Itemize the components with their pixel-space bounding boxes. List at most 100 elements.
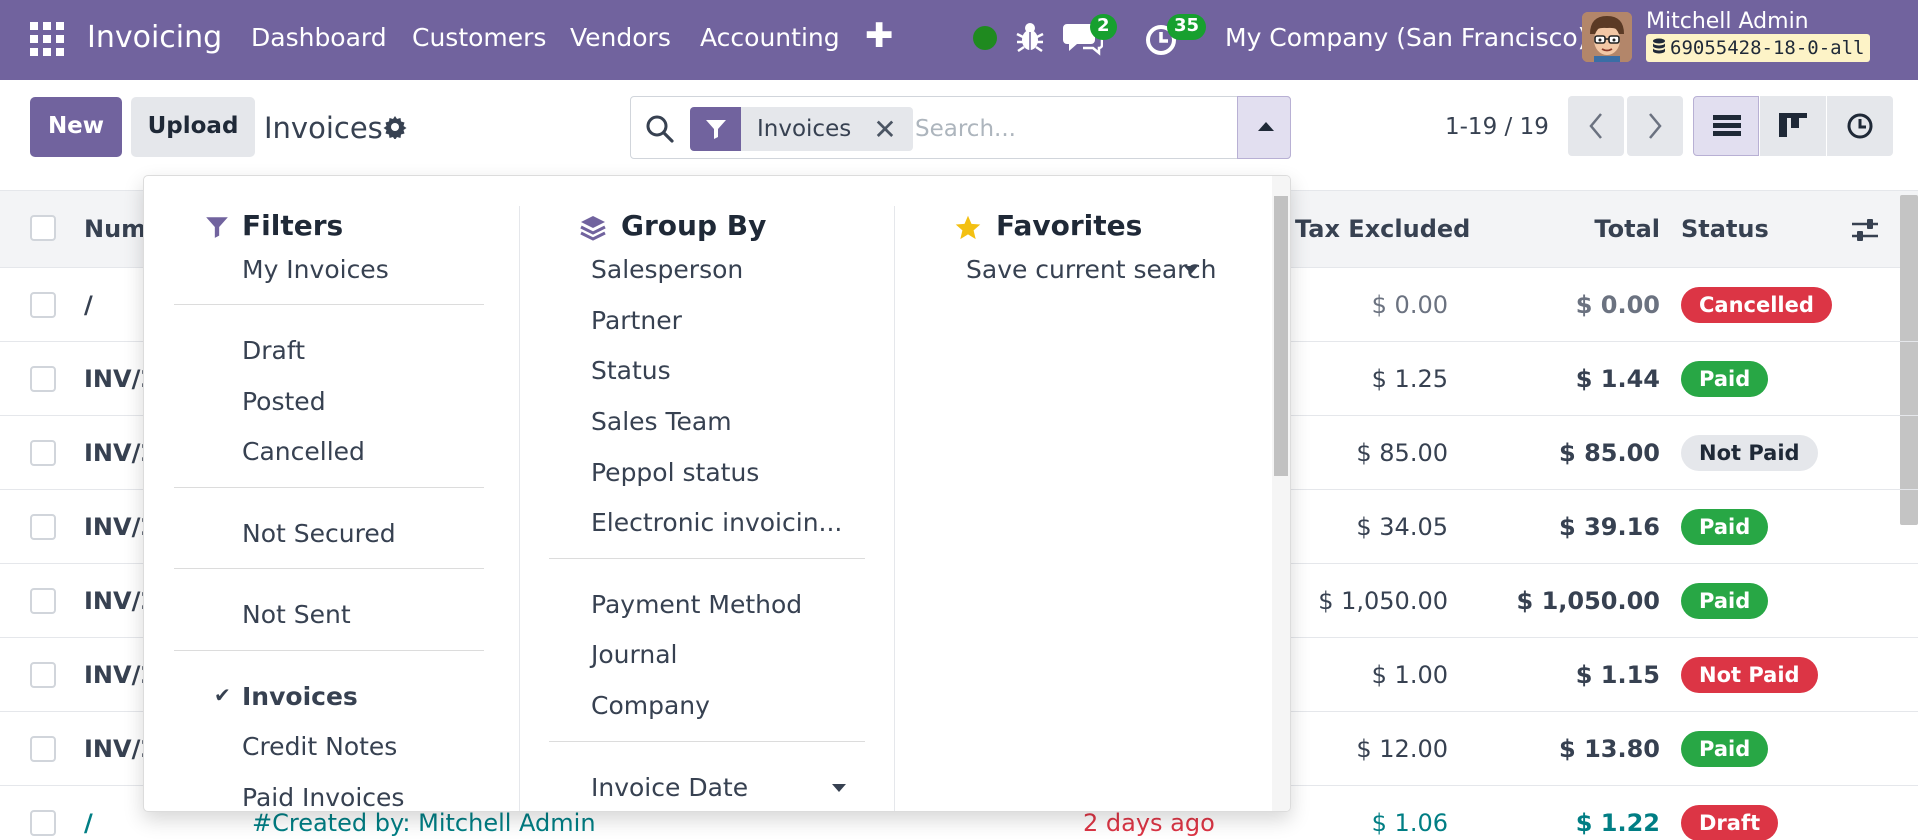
filter-cancelled[interactable]: Cancelled: [242, 434, 365, 470]
kanban-view-icon: [1779, 113, 1807, 137]
column-divider: [894, 206, 895, 811]
status-badge: Paid: [1681, 509, 1769, 545]
scrollbar-thumb[interactable]: [1274, 196, 1288, 476]
column-tax-excluded[interactable]: Tax Excluded: [1295, 209, 1470, 249]
group-invoice-date[interactable]: Invoice Date: [591, 770, 748, 806]
facet-label: Invoices: [757, 116, 852, 142]
column-number[interactable]: Num: [84, 209, 146, 249]
row-checkbox[interactable]: [30, 662, 56, 688]
divider: [549, 741, 865, 742]
group-peppol-status[interactable]: Peppol status: [591, 455, 759, 491]
list-view-button[interactable]: [1693, 96, 1759, 156]
close-icon[interactable]: ✕: [873, 113, 896, 146]
row-checkbox[interactable]: [30, 514, 56, 540]
total-amount: $ 13.80: [1559, 735, 1660, 763]
kanban-view-button[interactable]: [1760, 96, 1826, 156]
database-icon: [1653, 38, 1665, 54]
app-name[interactable]: Invoicing: [87, 18, 222, 58]
column-divider: [519, 206, 520, 811]
filters-column: Filters My Invoices Draft Posted Cancell…: [174, 206, 504, 811]
activity-view-button[interactable]: [1827, 96, 1893, 156]
total-amount: $ 1.15: [1575, 661, 1660, 689]
divider: [174, 487, 484, 488]
avatar[interactable]: [1582, 12, 1632, 62]
group-electronic-invoicing[interactable]: Electronic invoicin...: [591, 505, 842, 541]
new-button[interactable]: New: [30, 97, 122, 157]
row-checkbox[interactable]: [30, 292, 56, 318]
group-journal[interactable]: Journal: [591, 637, 677, 673]
filter-invoices[interactable]: Invoices: [242, 679, 358, 715]
messages-count-badge: 2: [1090, 14, 1117, 40]
filter-draft[interactable]: Draft: [242, 333, 305, 369]
status-badge: Not Paid: [1681, 435, 1818, 471]
group-sales-team[interactable]: Sales Team: [591, 404, 732, 440]
status-badge: Not Paid: [1681, 657, 1818, 693]
row-checkbox[interactable]: [30, 588, 56, 614]
column-status[interactable]: Status: [1681, 209, 1769, 249]
divider: [174, 304, 484, 305]
group-company[interactable]: Company: [591, 688, 710, 724]
filter-credit-notes[interactable]: Credit Notes: [242, 729, 397, 765]
total-amount: $ 0.00: [1575, 291, 1660, 319]
search-facet: Invoices ✕: [690, 107, 913, 151]
filter-not-sent[interactable]: Not Sent: [242, 597, 351, 633]
search-input[interactable]: [915, 109, 1235, 149]
save-current-search[interactable]: Save current search: [966, 252, 1217, 288]
row-checkbox[interactable]: [30, 810, 56, 836]
caret-up-icon[interactable]: [1237, 96, 1291, 159]
upload-button[interactable]: Upload: [131, 97, 255, 157]
bug-icon[interactable]: [1015, 20, 1045, 54]
optional-columns-icon[interactable]: [1850, 216, 1880, 244]
caret-down-icon[interactable]: [1184, 266, 1198, 274]
total-amount: $ 1.44: [1575, 365, 1660, 393]
menu-customers[interactable]: Customers: [412, 20, 546, 56]
page-title: Invoices: [264, 111, 383, 145]
filter-not-secured[interactable]: Not Secured: [242, 516, 396, 552]
status-badge: Draft: [1681, 805, 1779, 840]
activities-count-badge: 35: [1167, 14, 1207, 40]
chevron-left-icon: [1589, 113, 1602, 139]
top-navbar: Invoicing Dashboard Customers Vendors Ac…: [0, 0, 1918, 80]
filter-my-invoices[interactable]: My Invoices: [242, 252, 389, 288]
apps-grid-icon[interactable]: [30, 22, 64, 56]
row-checkbox[interactable]: [30, 736, 56, 762]
group-payment-method[interactable]: Payment Method: [591, 587, 802, 623]
group-status[interactable]: Status: [591, 353, 671, 389]
status-dot-icon: [973, 26, 997, 50]
pager-previous-button[interactable]: [1568, 96, 1624, 156]
filter-icon: [206, 217, 228, 238]
user-name[interactable]: Mitchell Admin: [1646, 8, 1809, 36]
layers-icon: [580, 216, 606, 241]
invoice-number: /: [84, 291, 93, 319]
row-checkbox[interactable]: [30, 366, 56, 392]
row-checkbox[interactable]: [30, 440, 56, 466]
column-total[interactable]: Total: [1540, 209, 1660, 249]
menu-vendors[interactable]: Vendors: [570, 20, 671, 56]
database-name-text: 69055428-18-0-all: [1670, 37, 1865, 59]
group-partner[interactable]: Partner: [591, 303, 682, 339]
total-amount: $ 1,050.00: [1516, 587, 1660, 615]
menu-dashboard[interactable]: Dashboard: [251, 20, 387, 56]
divider: [174, 650, 484, 651]
select-all-checkbox[interactable]: [30, 215, 56, 241]
status-badge: Paid: [1681, 361, 1769, 397]
dropdown-scrollbar[interactable]: [1272, 176, 1290, 811]
filter-paid-invoices[interactable]: Paid Invoices: [242, 780, 404, 811]
plus-icon[interactable]: ✚: [865, 16, 894, 56]
total-amount: $ 85.00: [1559, 439, 1660, 467]
pager-value[interactable]: 1-19 / 19: [1445, 110, 1549, 144]
search-bar: Invoices ✕: [630, 96, 1291, 159]
caret-down-icon[interactable]: [832, 784, 846, 792]
database-name: 69055428-18-0-all: [1646, 34, 1871, 62]
gear-icon[interactable]: [383, 115, 407, 139]
group-salesperson[interactable]: Salesperson: [591, 252, 743, 288]
company-switcher[interactable]: My Company (San Francisco): [1225, 20, 1587, 56]
pager-next-button[interactable]: [1627, 96, 1683, 156]
check-icon: ✔: [214, 683, 231, 707]
group-by-title-text: Group By: [621, 209, 767, 242]
favorites-column: Favorites Save current search: [924, 206, 1254, 806]
list-view-icon: [1713, 115, 1741, 136]
filters-title-text: Filters: [242, 209, 344, 242]
menu-accounting[interactable]: Accounting: [700, 20, 840, 56]
filter-posted[interactable]: Posted: [242, 384, 326, 420]
